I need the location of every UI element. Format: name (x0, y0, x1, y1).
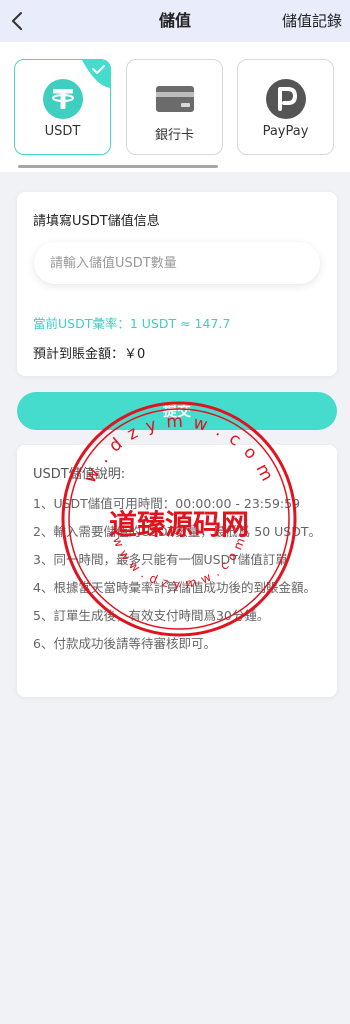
tether-icon (42, 78, 84, 120)
method-bank-card[interactable]: 銀行卡 (126, 59, 223, 155)
instruction-item: 1、USDT儲值可用時間：00:00:00 - 23:59:59 (33, 496, 301, 511)
estimate-label: 預計到賬金額： (33, 347, 125, 362)
top-nav-bar: 儲值 儲值記錄 (0, 0, 350, 42)
payment-method-selector: USDT 銀行卡 PayPay (0, 42, 350, 172)
horizontal-scrollbar[interactable] (18, 165, 218, 168)
instructions-list: 1、USDT儲值可用時間：00:00:00 - 23:59:59 2、輸入需要儲… (33, 494, 321, 654)
bank-card-icon (154, 78, 196, 120)
instruction-item: 5、訂單生成後，有效支付時間爲30分鍾。 (33, 608, 270, 623)
recharge-instructions-card: USDT儲值說明: 1、USDT儲值可用時間：00:00:00 - 23:59:… (17, 445, 337, 697)
form-title: 請填寫USDT儲值信息 (33, 214, 160, 229)
recharge-history-link[interactable]: 儲值記錄 (282, 0, 342, 42)
chevron-left-icon (12, 12, 22, 30)
instructions-title: USDT儲值說明: (33, 467, 126, 482)
usdt-amount-input[interactable] (34, 242, 320, 284)
method-label: 銀行卡 (154, 128, 194, 143)
paypay-icon (265, 78, 307, 120)
estimated-amount: 預計到賬金額：￥0 (33, 343, 145, 362)
instruction-item: 2、輸入需要儲值的USDT數量，最低爲 50 USDT。 (33, 524, 321, 539)
exchange-rate-text: 當前USDT彙率：1 USDT ≈ 147.7 (33, 316, 231, 331)
instruction-item: 4、根據當天當時彙率計算儲值成功後的到賬金額。 (33, 580, 316, 595)
method-label: USDT (44, 124, 81, 139)
method-usdt[interactable]: USDT (14, 59, 111, 155)
back-button[interactable] (4, 6, 30, 36)
instruction-item: 3、同一時間，最多只能有一個USDT儲值訂單 (33, 552, 288, 567)
instruction-item: 6、付款成功後請等待審核即可。 (33, 636, 216, 651)
submit-button[interactable]: 提交 (17, 392, 337, 430)
recharge-form-card: 請填寫USDT儲值信息 當前USDT彙率：1 USDT ≈ 147.7 預計到賬… (17, 192, 337, 376)
estimate-value: ￥0 (124, 347, 146, 362)
method-paypay[interactable]: PayPay (237, 59, 334, 155)
method-label: PayPay (262, 124, 309, 139)
